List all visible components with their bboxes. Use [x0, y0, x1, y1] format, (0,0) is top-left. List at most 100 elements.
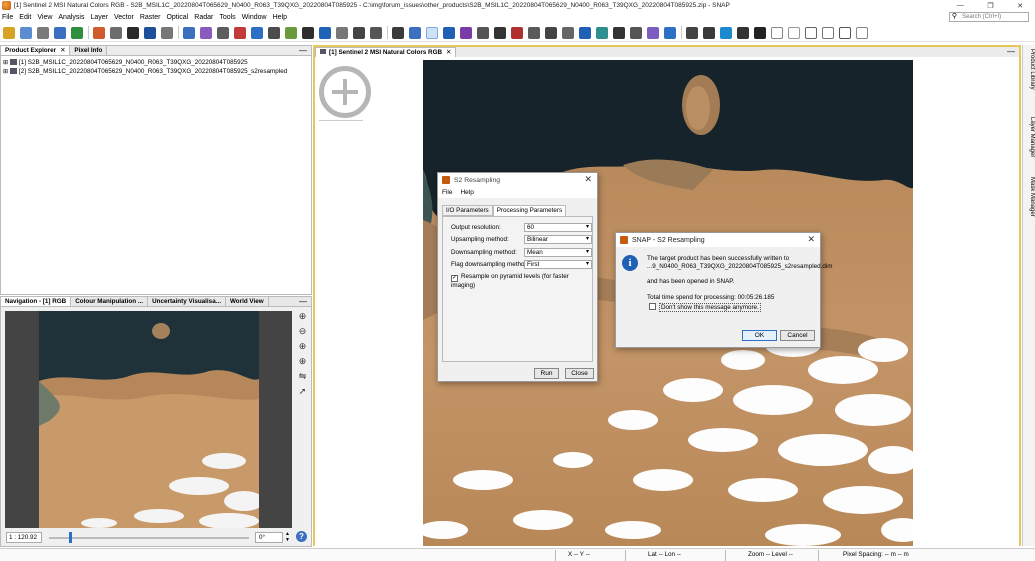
tile-3-icon[interactable]: [805, 26, 817, 39]
menu-radar[interactable]: Radar: [194, 14, 213, 21]
ship-icon[interactable]: [336, 26, 348, 39]
eye-icon[interactable]: [703, 26, 715, 39]
minimize-panel-button[interactable]: —: [299, 46, 307, 55]
grid-icon[interactable]: [630, 26, 642, 39]
zoom-all-icon[interactable]: ⊕: [297, 356, 308, 367]
navigation-compass-icon[interactable]: [319, 66, 371, 118]
minimize-viewer-button[interactable]: —: [1007, 47, 1015, 56]
dont-show-checkbox-row[interactable]: Don't show this message anymore.: [649, 303, 761, 312]
menu-raster[interactable]: Raster: [140, 14, 161, 21]
redo-icon[interactable]: [54, 26, 66, 39]
gcp-tool-icon[interactable]: [392, 26, 404, 39]
menu-window[interactable]: Window: [242, 14, 267, 21]
tab-processing-parameters[interactable]: Processing Parameters: [492, 205, 567, 216]
menu-file[interactable]: File: [442, 189, 452, 196]
search-input[interactable]: Search (Ctrl+I): [949, 12, 1029, 22]
export-icon[interactable]: [127, 26, 139, 39]
gcp-icon[interactable]: [319, 26, 331, 39]
tile-6-icon[interactable]: [856, 26, 868, 39]
menu-help[interactable]: Help: [273, 14, 287, 21]
statistics-icon[interactable]: [268, 26, 280, 39]
scatter-icon[interactable]: [200, 26, 212, 39]
polyline-icon[interactable]: [494, 26, 506, 39]
pan-icon[interactable]: [426, 26, 438, 39]
tab-io-parameters[interactable]: I/O Parameters: [442, 205, 493, 216]
restore-button[interactable]: ❐: [987, 2, 993, 10]
checkbox-unchecked[interactable]: [649, 303, 656, 310]
tile-5-icon[interactable]: [839, 26, 851, 39]
menu-file[interactable]: File: [2, 14, 13, 21]
histogram-icon[interactable]: [183, 26, 195, 39]
tab-navigation[interactable]: Navigation - [1] RGB: [1, 297, 72, 306]
tab-colour-manipulation[interactable]: Colour Manipulation ...: [71, 297, 149, 306]
range-icon[interactable]: [562, 26, 574, 39]
line-draw-icon[interactable]: [477, 26, 489, 39]
brush-icon[interactable]: [579, 26, 591, 39]
polygon-icon[interactable]: [528, 26, 540, 39]
output-resolution-select[interactable]: 60 ▾: [524, 223, 592, 232]
menu-view[interactable]: View: [37, 14, 52, 21]
cancel-button[interactable]: Cancel: [780, 330, 815, 341]
zoom-in-icon[interactable]: ⊕: [297, 311, 308, 322]
zoom-slider-handle[interactable]: [69, 532, 72, 543]
star-icon[interactable]: [596, 26, 608, 39]
select-icon[interactable]: [409, 26, 421, 39]
tile-4-icon[interactable]: [822, 26, 834, 39]
compass-slider[interactable]: [319, 120, 363, 121]
tab-world-view[interactable]: World View: [225, 297, 269, 306]
rail-tab-product-library[interactable]: Product Library: [1024, 49, 1035, 90]
pin-icon[interactable]: [302, 26, 314, 39]
close-button[interactable]: Close: [565, 368, 594, 379]
product-tree-item[interactable]: ⊞ [1] S2B_MSIL1C_20220804T065629_N0400_R0…: [1, 58, 311, 67]
run-button[interactable]: Run: [534, 368, 559, 379]
open-product-icon[interactable]: [3, 26, 15, 39]
rotation-spinner-icon[interactable]: ▲ ▼: [285, 531, 290, 543]
tab-product-explorer[interactable]: Product Explorer ✕: [1, 46, 71, 55]
ok-button[interactable]: OK: [742, 330, 777, 341]
close-icon[interactable]: ✕: [584, 174, 592, 185]
layer-icon[interactable]: [613, 26, 625, 39]
sync-views-icon[interactable]: ⇋: [297, 371, 308, 382]
graph-icon[interactable]: [161, 26, 173, 39]
graph-builder-icon[interactable]: [370, 26, 382, 39]
save-icon[interactable]: [20, 26, 32, 39]
checkbox-checked[interactable]: ✓: [451, 275, 458, 282]
menu-optical[interactable]: Optical: [166, 14, 188, 21]
close-icon[interactable]: ✕: [807, 234, 815, 245]
globe-icon[interactable]: [251, 26, 263, 39]
band-maths-icon[interactable]: [71, 26, 83, 39]
close-window-button[interactable]: ✕: [1017, 2, 1023, 10]
tile-1-icon[interactable]: [771, 26, 783, 39]
ball-icon[interactable]: [754, 26, 766, 39]
close-tab-icon[interactable]: ✕: [60, 47, 65, 54]
menu-layer[interactable]: Layer: [90, 14, 108, 21]
ellipse-icon[interactable]: [545, 26, 557, 39]
rail-tab-layer-manager[interactable]: Layer Manager: [1024, 117, 1035, 157]
rgb-icon[interactable]: [144, 26, 156, 39]
water-icon[interactable]: [720, 26, 732, 39]
menu-analysis[interactable]: Analysis: [58, 14, 84, 21]
upsampling-method-select[interactable]: Bilinear ▾: [524, 235, 592, 244]
pyramid-checkbox-row[interactable]: ✓ Resample on pyramid levels (for faster …: [451, 273, 592, 289]
zoom-pixel-icon[interactable]: ⊕: [297, 341, 308, 352]
scale-field[interactable]: 1 : 120.92: [6, 532, 42, 543]
mask-icon[interactable]: [285, 26, 297, 39]
menu-vector[interactable]: Vector: [114, 14, 134, 21]
tile-2-icon[interactable]: [788, 26, 800, 39]
tab-uncertainty[interactable]: Uncertainty Visualisa...: [148, 297, 226, 306]
navigation-overview-image[interactable]: [5, 311, 292, 528]
sync-cursor-icon[interactable]: ➚: [297, 386, 308, 397]
tab-pixel-info[interactable]: Pixel Info: [70, 46, 108, 55]
menu-help[interactable]: Help: [460, 189, 473, 196]
rail-tab-mask-manager[interactable]: Mask Manager: [1024, 177, 1035, 217]
rectangle-icon[interactable]: [511, 26, 523, 39]
menu-edit[interactable]: Edit: [19, 14, 31, 21]
tab-image-view[interactable]: [1] Sentinel 2 MSI Natural Colors RGB ✕: [315, 47, 457, 57]
filter-icon[interactable]: [93, 26, 105, 39]
import-icon[interactable]: [110, 26, 122, 39]
spectrum-icon[interactable]: [234, 26, 246, 39]
undo-icon[interactable]: [37, 26, 49, 39]
minimize-button[interactable]: —: [957, 2, 964, 10]
magic-wand-icon[interactable]: [460, 26, 472, 39]
zoom-out-icon[interactable]: ⊖: [297, 326, 308, 337]
